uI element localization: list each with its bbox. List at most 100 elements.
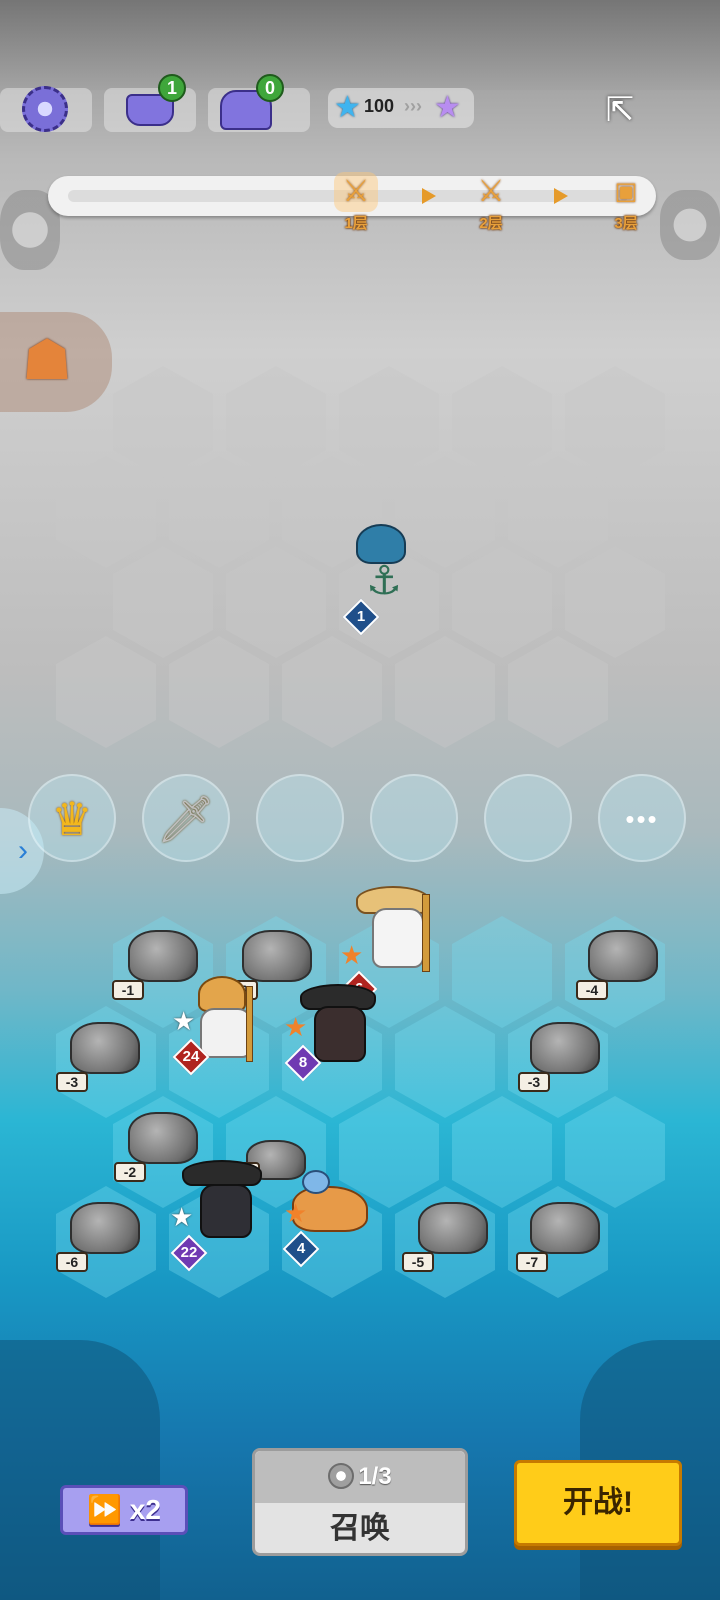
rock-obstacle[interactable] [588, 930, 658, 982]
coin-pile-right [660, 190, 720, 260]
rock-obstacle[interactable] [128, 930, 198, 982]
star-icon: ★ [340, 940, 364, 970]
enemy-hex[interactable] [226, 366, 326, 478]
enemy-hex[interactable] [226, 546, 326, 658]
anvil-button[interactable]: 1 [104, 74, 196, 132]
rock-obstacle[interactable] [128, 1112, 198, 1164]
share-icon[interactable]: ⇱ [600, 90, 640, 130]
enemy-hex[interactable] [113, 366, 213, 478]
anvil-count-badge: 1 [158, 74, 186, 102]
enemy-hex[interactable] [56, 456, 156, 568]
enemy-hex[interactable] [452, 366, 552, 478]
hero-witch-hat-mage[interactable]: ★ 8 [284, 984, 382, 1082]
start-battle-button[interactable]: 开战! [514, 1460, 682, 1546]
summon-label: 召唤 [330, 1512, 390, 1545]
rock-obstacle[interactable] [530, 1022, 600, 1074]
item-slot-crown[interactable]: ♛ [28, 774, 116, 862]
blue-star-icon: ★ [334, 91, 361, 124]
gunslinger-hat [182, 1160, 262, 1186]
gear-icon[interactable] [22, 86, 68, 132]
enemy-shark-pirate[interactable]: ⚓ 1 [342, 524, 430, 636]
rock-hp-tag: -3 [56, 1072, 88, 1092]
enemy-hex[interactable] [565, 546, 665, 658]
rock-obstacle[interactable] [242, 930, 312, 982]
stage-2[interactable]: ⚔ 2层 [465, 172, 517, 233]
enemy-hex[interactable] [452, 546, 552, 658]
stage-label: 1层 [344, 215, 368, 232]
staff [422, 894, 430, 972]
more-items-button[interactable]: ••• [598, 774, 686, 862]
summon-cost: 1/3 [255, 1451, 465, 1503]
stage-arrow-icon [554, 188, 568, 204]
chest-button[interactable]: 0 [208, 74, 310, 132]
dagger-icon: 🗡 [156, 793, 216, 845]
stage-label: 3层 [614, 215, 638, 232]
player-hex[interactable] [395, 1006, 495, 1118]
crossed-swords-icon: ⚔ [477, 175, 505, 208]
star-icon: ★ [284, 1012, 308, 1042]
player-hex[interactable] [565, 1096, 665, 1208]
star-icon: ★ [172, 1006, 196, 1036]
rock-hp-tag: -1 [112, 980, 144, 1000]
enemy-hex[interactable] [508, 636, 608, 748]
stage-1[interactable]: ⚔ 1层 [330, 172, 382, 233]
purple-star-icon: ★ [434, 91, 461, 124]
rock-obstacle[interactable] [418, 1202, 488, 1254]
chest-count-badge: 0 [256, 74, 284, 102]
hero-masked-gunslinger[interactable]: ★ 22 [170, 1160, 268, 1272]
enemy-hex[interactable] [169, 456, 269, 568]
hero-straw-hat-monk[interactable]: ★ 6 [340, 886, 438, 1008]
demon-mask-icon: ☗ [21, 328, 73, 391]
monk-robe [372, 908, 424, 968]
rock-obstacle[interactable] [70, 1022, 140, 1074]
star-icon: ★ [284, 1198, 308, 1228]
shipwreck-background [0, 0, 720, 90]
chevrons-icon: ››› [404, 96, 422, 116]
enemy-hex[interactable] [565, 366, 665, 478]
summon-count: 1/3 [358, 1463, 392, 1490]
player-hex[interactable] [452, 1096, 552, 1208]
anchor-icon: ⚓ [366, 559, 402, 603]
blond-hair [198, 976, 246, 1012]
item-slot-empty[interactable] [484, 774, 572, 862]
fast-forward-icon: ⏩ [87, 1494, 122, 1525]
jeweled-crown-icon: ♛ [51, 793, 93, 845]
rock-obstacle[interactable] [70, 1202, 140, 1254]
item-slot-dagger[interactable]: 🗡 [142, 774, 230, 862]
rock-hp-tag: -7 [516, 1252, 548, 1272]
enemy-hex[interactable] [508, 456, 608, 568]
item-slot-empty[interactable] [370, 774, 458, 862]
star-icon: ★ [170, 1202, 194, 1232]
rock-hp-tag: -4 [576, 980, 608, 1000]
priest-robe [200, 1008, 252, 1058]
stage-3[interactable]: ▣ 3层 [600, 172, 652, 233]
hero-blond-priest[interactable]: ★ 24 [172, 976, 270, 1076]
rock-obstacle[interactable] [530, 1202, 600, 1254]
summon-button[interactable]: 1/3 召唤 [252, 1448, 468, 1556]
coin-icon [328, 1463, 355, 1489]
mage-cloak [314, 1006, 366, 1062]
enemy-hex[interactable] [169, 636, 269, 748]
enemy-hex[interactable] [339, 366, 439, 478]
stage-label: 2层 [479, 215, 503, 232]
rock-hp-tag: -6 [56, 1252, 88, 1272]
rider-head [302, 1170, 330, 1194]
player-hex[interactable] [452, 916, 552, 1028]
enemy-hex[interactable] [282, 636, 382, 748]
enemy-hex[interactable] [56, 636, 156, 748]
rock-hp-tag: -2 [114, 1162, 146, 1182]
speed-label: x2 [129, 1494, 161, 1525]
more-icon: ••• [625, 804, 659, 834]
enemy-hex[interactable] [395, 636, 495, 748]
star-count: 100 [364, 96, 395, 116]
gunslinger-coat [200, 1184, 252, 1238]
rock-hp-tag: -5 [402, 1252, 434, 1272]
enemy-hex[interactable] [113, 546, 213, 658]
hero-corgi-rider[interactable]: ★ 4 [282, 1170, 378, 1268]
speed-toggle-button[interactable]: ⏩ x2 [60, 1485, 188, 1535]
item-slot-empty[interactable] [256, 774, 344, 862]
crossed-swords-icon: ⚔ [334, 172, 378, 212]
rock-hp-tag: -3 [518, 1072, 550, 1092]
star-counter[interactable]: ★ 100 ››› ★ [328, 88, 474, 128]
shipwreck-bottom-left [0, 1340, 160, 1600]
